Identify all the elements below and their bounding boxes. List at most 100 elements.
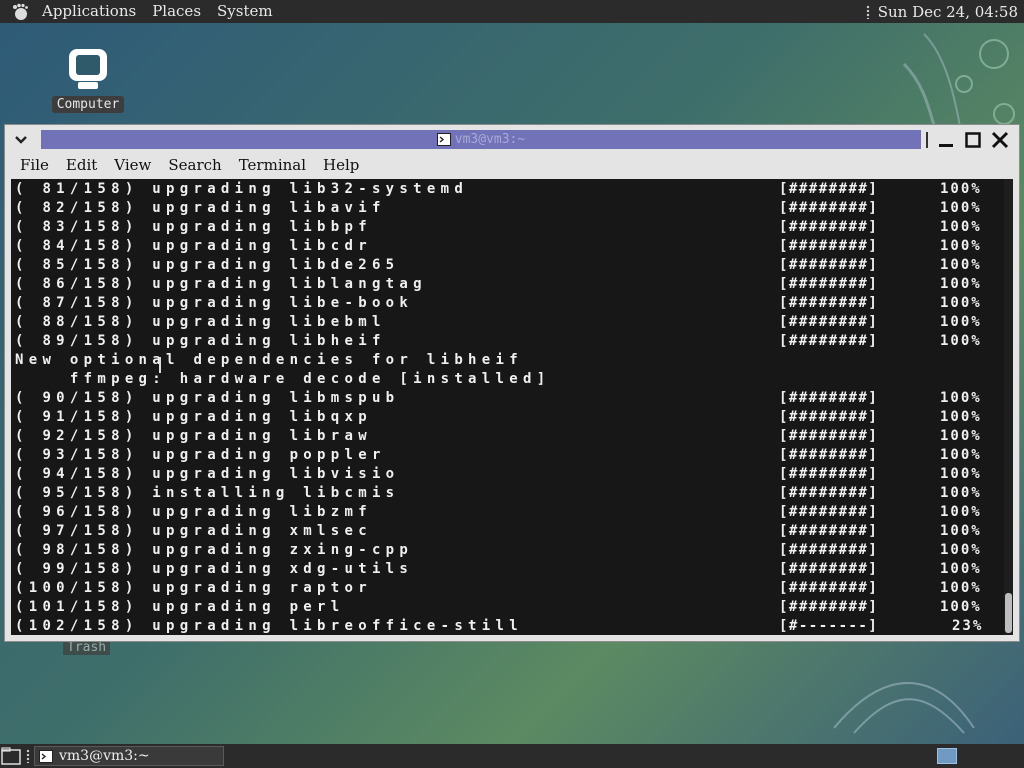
progress-bar-text: [########] bbox=[779, 390, 879, 406]
workspace-switcher[interactable] bbox=[937, 748, 957, 764]
gnome-foot-icon[interactable] bbox=[10, 2, 30, 22]
terminal-line: ( 91/158) upgrading libqxp [########] 100% bbox=[15, 408, 1005, 427]
applications-menu[interactable]: Applications bbox=[34, 0, 144, 23]
window-titlebar[interactable]: vm3@vm3:~ bbox=[5, 125, 1019, 155]
progress-bar-text: [########] bbox=[779, 276, 879, 292]
panel-right: Sun Dec 24, 04:58 bbox=[865, 3, 1024, 21]
terminal-line-text: (102/158) upgrading libreoffice-still bbox=[15, 618, 523, 634]
progress-bar-text: [########] bbox=[779, 580, 879, 596]
terminal-line-text: ( 91/158) upgrading libqxp bbox=[15, 409, 372, 425]
terminal-line-text: ( 85/158) upgrading libde265 bbox=[15, 257, 400, 273]
progress-percent: 100% bbox=[940, 428, 982, 444]
terminal-line-text: New optional dependencies for libheif bbox=[15, 352, 523, 368]
terminal-line: (101/158) upgrading perl [########] 100% bbox=[15, 598, 1005, 617]
taskbar-drag-handle[interactable] bbox=[26, 749, 30, 763]
terminal-line-text: ffmpeg: hardware decode [installed] bbox=[15, 371, 551, 387]
terminal-line: ( 84/158) upgrading libcdr [########] 100% bbox=[15, 237, 1005, 256]
minimize-icon bbox=[939, 144, 953, 147]
progress-bar-text: [########] bbox=[779, 409, 879, 425]
progress-percent: 100% bbox=[940, 181, 982, 197]
show-desktop-button[interactable] bbox=[0, 745, 22, 767]
maximize-button[interactable] bbox=[962, 130, 984, 150]
terminal-line: ( 98/158) upgrading zxing-cpp [########] 1… bbox=[15, 541, 1005, 560]
panel-drag-handle[interactable] bbox=[865, 4, 870, 19]
menu-view[interactable]: View bbox=[104, 156, 158, 174]
terminal-line: ( 90/158) upgrading libmspub [########] 10… bbox=[15, 389, 1005, 408]
terminal-line: ( 92/158) upgrading libraw [########] 100% bbox=[15, 427, 1005, 446]
places-menu[interactable]: Places bbox=[144, 0, 209, 23]
terminal-scrollbar[interactable] bbox=[1004, 179, 1013, 635]
close-icon bbox=[991, 131, 1009, 149]
menu-terminal[interactable]: Terminal bbox=[229, 156, 313, 174]
title-separator bbox=[926, 132, 928, 148]
progress-percent: 100% bbox=[940, 314, 982, 330]
progress-percent: 100% bbox=[940, 485, 982, 501]
terminal-line-text: (101/158) upgrading perl bbox=[15, 599, 345, 615]
progress-bar-text: [########] bbox=[779, 200, 879, 216]
progress-percent: 100% bbox=[940, 561, 982, 577]
scrollbar-thumb[interactable] bbox=[1005, 593, 1012, 633]
terminal-line-text: (100/158) upgrading raptor bbox=[15, 580, 372, 596]
progress-percent: 100% bbox=[940, 200, 982, 216]
terminal-line-text: ( 94/158) upgrading libvisio bbox=[15, 466, 400, 482]
close-button[interactable] bbox=[989, 130, 1011, 150]
clock[interactable]: Sun Dec 24, 04:58 bbox=[878, 3, 1018, 21]
terminal-line: ( 83/158) upgrading libbpf [########] 100% bbox=[15, 218, 1005, 237]
progress-bar-text: [########] bbox=[779, 523, 879, 539]
menu-help[interactable]: Help bbox=[313, 156, 366, 174]
terminal-line-text: ( 89/158) upgrading libheif bbox=[15, 333, 386, 349]
terminal-line-text: ( 88/158) upgrading libebml bbox=[15, 314, 386, 330]
progress-bar-text: [########] bbox=[779, 428, 879, 444]
menu-file[interactable]: File bbox=[10, 156, 56, 174]
progress-bar-text: [########] bbox=[779, 181, 879, 197]
terminal-line: (100/158) upgrading raptor [########] 100% bbox=[15, 579, 1005, 598]
progress-bar-text: [########] bbox=[779, 542, 879, 558]
progress-percent: 100% bbox=[940, 295, 982, 311]
progress-bar-text: [########] bbox=[779, 257, 879, 273]
progress-percent: 100% bbox=[940, 523, 982, 539]
menu-edit[interactable]: Edit bbox=[56, 156, 104, 174]
window-menu-button[interactable] bbox=[11, 132, 31, 148]
terminal-line-text: ( 83/158) upgrading libbpf bbox=[15, 219, 372, 235]
terminal-line: ( 96/158) upgrading libzmf [########] 100% bbox=[15, 503, 1005, 522]
terminal-icon bbox=[39, 749, 53, 763]
terminal-line-text: ( 93/158) upgrading poppler bbox=[15, 447, 386, 463]
terminal-lines: ( 81/158) upgrading lib32-systemd [######… bbox=[15, 180, 1005, 635]
progress-bar-text: [########] bbox=[779, 466, 879, 482]
terminal-line: ( 85/158) upgrading libde265 [########] 10… bbox=[15, 256, 1005, 275]
window-title: vm3@vm3:~ bbox=[454, 132, 526, 147]
menu-search[interactable]: Search bbox=[158, 156, 228, 174]
terminal-line-text: ( 86/158) upgrading liblangtag bbox=[15, 276, 427, 292]
progress-bar-text: [########] bbox=[779, 561, 879, 577]
window-title-area[interactable]: vm3@vm3:~ bbox=[41, 130, 921, 149]
wallpaper-leaf-decoration bbox=[833, 682, 975, 734]
terminal-line-text: ( 95/158) installing libcmis bbox=[15, 485, 400, 501]
computer-desktop-icon[interactable]: Computer bbox=[47, 46, 129, 113]
terminal-line: ( 87/158) upgrading libe-book [########] 1… bbox=[15, 294, 1005, 313]
terminal-line-text: ( 82/158) upgrading libavif bbox=[15, 200, 386, 216]
terminal-line: ( 94/158) upgrading libvisio [########] 10… bbox=[15, 465, 1005, 484]
bottom-panel: vm3@vm3:~ bbox=[0, 744, 1024, 768]
terminal-line-text: ( 96/158) upgrading libzmf bbox=[15, 504, 372, 520]
system-menu[interactable]: System bbox=[209, 0, 281, 23]
taskbar-window-label: vm3@vm3:~ bbox=[59, 748, 150, 764]
progress-bar-text: [########] bbox=[779, 333, 879, 349]
terminal-line-text: ( 98/158) upgrading zxing-cpp bbox=[15, 542, 414, 558]
text-cursor-icon bbox=[159, 357, 161, 373]
progress-bar-text: [#-------] bbox=[779, 618, 879, 634]
taskbar-window-button[interactable]: vm3@vm3:~ bbox=[34, 746, 224, 766]
progress-bar-text: [########] bbox=[779, 599, 879, 615]
terminal-line: ( 82/158) upgrading libavif [########] 100… bbox=[15, 199, 1005, 218]
terminal-line: ( 99/158) upgrading xdg-utils [########] 1… bbox=[15, 560, 1005, 579]
terminal-line-text: ( 84/158) upgrading libcdr bbox=[15, 238, 372, 254]
terminal-line: ( 97/158) upgrading xmlsec [########] 100% bbox=[15, 522, 1005, 541]
terminal-output[interactable]: ( 81/158) upgrading lib32-systemd [######… bbox=[11, 179, 1013, 635]
progress-bar-text: [########] bbox=[779, 485, 879, 501]
progress-percent: 100% bbox=[940, 409, 982, 425]
minimize-button[interactable] bbox=[935, 130, 957, 150]
maximize-icon bbox=[965, 132, 981, 148]
progress-percent: 100% bbox=[940, 447, 982, 463]
terminal-icon bbox=[436, 133, 451, 146]
progress-percent: 100% bbox=[940, 466, 982, 482]
terminal-line-text: ( 87/158) upgrading libe-book bbox=[15, 295, 414, 311]
